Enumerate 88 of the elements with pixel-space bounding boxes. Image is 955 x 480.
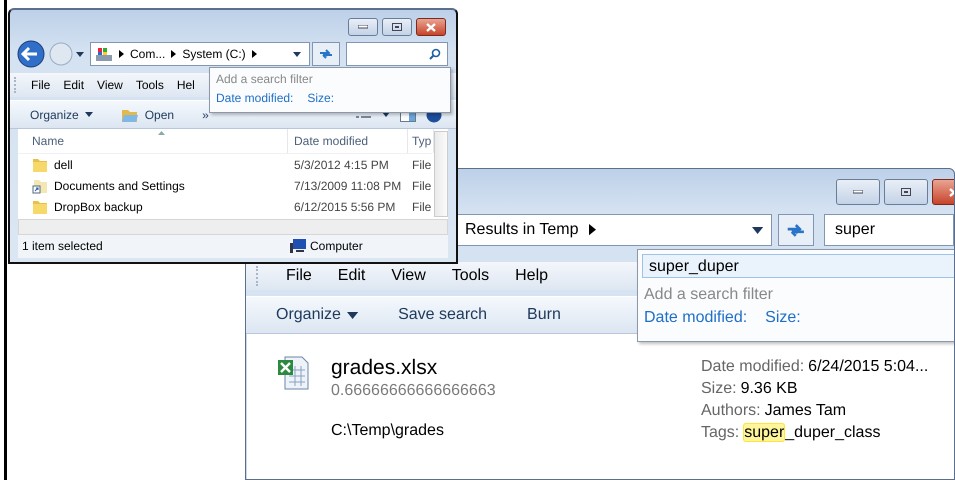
file-name: grades.xlsx: [331, 356, 438, 380]
minimize-icon: [853, 190, 863, 194]
arrow-icon: [171, 50, 176, 58]
folder-icon: [32, 156, 48, 173]
location-text: Computer: [310, 239, 363, 254]
back-button[interactable]: [16, 39, 46, 70]
vertical-scrollbar[interactable]: [434, 131, 448, 218]
menu-item[interactable]: File: [31, 78, 50, 92]
date-modified: 7/13/2009 11:08 PM: [293, 178, 402, 193]
date-modified: 6/12/2015 5:56 PM: [293, 200, 396, 214]
search-filter-link[interactable]: Size:: [307, 91, 334, 105]
refresh-button[interactable]: [778, 214, 814, 246]
property-value: super_duper_class: [743, 423, 880, 442]
popup-heading: Add a search filter: [644, 286, 774, 304]
refresh-icon: [318, 47, 334, 62]
breadcrumb[interactable]: System (C:): [182, 47, 246, 62]
column-header[interactable]: Date modified: [288, 129, 408, 154]
property-value: James Tam: [764, 402, 846, 419]
menu-item[interactable]: File: [286, 267, 312, 285]
file-name: dell: [54, 158, 73, 172]
arrow-icon: [119, 50, 124, 58]
toolbar-button[interactable]: »: [202, 108, 209, 122]
folder-icon: [32, 198, 48, 215]
search-filter-link[interactable]: Size:: [765, 309, 801, 327]
computer-icon: [290, 239, 306, 254]
shortcut-icon: [32, 178, 48, 194]
search-result-item[interactable]: grades.xlsx 0.66666666666666663 C:\Temp\grades Date modified: 6/24/2015 5:04... Size: 9.36 KB Authors: James Tam Tags: super_duper_class: [246, 334, 954, 479]
property-label: Authors:: [701, 402, 761, 419]
address-bar[interactable]: Com... System (C:): [90, 42, 310, 66]
caret-icon: [346, 312, 358, 318]
search-filter-link[interactable]: Date modified:: [216, 91, 294, 105]
drive-icon: [95, 46, 113, 62]
menu-item[interactable]: Edit: [63, 78, 84, 92]
file-name: Documents and Settings: [54, 178, 185, 193]
menu-item[interactable]: Tools: [452, 267, 490, 285]
minimize-icon: [358, 25, 368, 29]
menu-item[interactable]: Hel: [176, 78, 195, 92]
spreadsheet-icon: [277, 356, 309, 390]
file-type: File: [411, 200, 432, 214]
maximize-icon: [901, 188, 911, 196]
breadcrumb[interactable]: Results in Temp: [465, 221, 579, 239]
file-type: File: [411, 158, 432, 172]
search-filter-link[interactable]: Date modified:: [644, 309, 748, 327]
popup-heading: Add a search filter: [216, 72, 314, 86]
property-value: 9.36 KB: [740, 380, 798, 397]
file-row[interactable]: dell 5/3/2012 4:15 PM File: [18, 154, 432, 176]
maximize-button[interactable]: [884, 179, 928, 205]
property-label: Tags:: [701, 424, 740, 441]
caret-icon: [76, 52, 84, 57]
property-label: Date modified:: [701, 358, 804, 375]
arrow-icon: [252, 50, 257, 58]
menu-item[interactable]: View: [97, 78, 123, 92]
toolbar-button[interactable]: Organize: [30, 108, 93, 122]
file-row[interactable]: DropBox backup 6/12/2015 5:56 PM File: [18, 196, 432, 218]
file-name: DropBox backup: [54, 200, 143, 214]
search-field[interactable]: super: [824, 214, 954, 246]
suggestion-item[interactable]: super_duper: [642, 254, 954, 278]
maximize-button[interactable]: [382, 18, 412, 36]
toolbar-button[interactable]: Open: [120, 106, 174, 123]
menu-item[interactable]: Tools: [136, 78, 164, 92]
menu-item[interactable]: Edit: [338, 267, 366, 285]
arrow-icon: [588, 224, 596, 236]
minimize-button[interactable]: [348, 18, 378, 36]
menu-item[interactable]: View: [391, 267, 426, 285]
caret-icon: [84, 112, 93, 118]
search-field[interactable]: [346, 42, 448, 66]
date-modified: 5/3/2012 4:15 PM: [293, 158, 390, 172]
caret-icon: [752, 226, 763, 234]
file-path: C:\Temp\grades: [331, 422, 445, 440]
maximize-icon: [392, 23, 402, 31]
file-type: File: [411, 178, 432, 193]
sort-arrow-icon: [158, 131, 165, 136]
caret-icon: [293, 52, 301, 57]
property-label: Size:: [701, 380, 737, 397]
status-text: 1 item selected: [22, 239, 104, 254]
menu-item[interactable]: Help: [515, 267, 548, 285]
toolbar-button[interactable]: Burn: [527, 306, 561, 324]
horizontal-scrollbar[interactable]: [18, 218, 448, 235]
refresh-button[interactable]: [312, 42, 340, 66]
property-value: 6/24/2015 5:04...: [808, 358, 928, 375]
breadcrumb[interactable]: Com...: [130, 47, 166, 62]
file-row[interactable]: Documents and Settings 7/13/2009 11:08 PM File: [18, 175, 432, 196]
file-detail: 0.66666666666666663: [331, 382, 497, 400]
column-header[interactable]: Name: [18, 129, 288, 154]
search-icon: [429, 48, 441, 60]
close-button[interactable]: [416, 18, 446, 36]
toolbar-button[interactable]: Organize: [276, 306, 358, 324]
toolbar-button[interactable]: Save search: [398, 306, 488, 324]
